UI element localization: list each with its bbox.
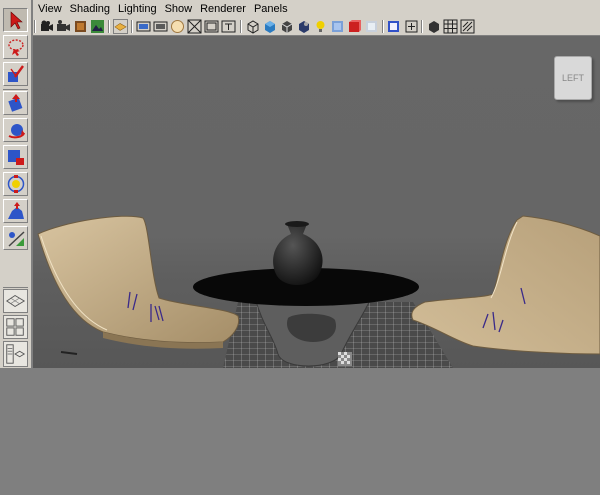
toolbar-divider bbox=[108, 20, 110, 33]
menu-panels[interactable]: Panels bbox=[254, 0, 288, 18]
paint-select-tool-button[interactable] bbox=[3, 62, 28, 86]
camera-attributes-icon[interactable] bbox=[56, 19, 71, 34]
panel-menu-bar: View Shading Lighting Show Renderer Pane… bbox=[33, 0, 600, 18]
isolate-select-icon[interactable] bbox=[386, 19, 401, 34]
pane-resize-handle[interactable] bbox=[338, 352, 352, 366]
frame-all-icon[interactable] bbox=[404, 19, 419, 34]
image-plane-icon[interactable] bbox=[90, 19, 105, 34]
right-chair bbox=[411, 215, 600, 355]
move-tool-button[interactable] bbox=[3, 91, 28, 115]
menu-view[interactable]: View bbox=[38, 0, 62, 18]
toolbox-divider bbox=[3, 89, 28, 90]
toolbar-divider bbox=[34, 20, 36, 33]
pivot-marker bbox=[60, 351, 78, 355]
toolbar-divider bbox=[131, 20, 133, 33]
panel-toolbar bbox=[33, 18, 600, 36]
smooth-shade-icon[interactable] bbox=[262, 19, 277, 34]
soft-modification-icon bbox=[7, 202, 24, 219]
menu-renderer[interactable]: Renderer bbox=[200, 0, 246, 18]
move-tool-icon bbox=[7, 94, 22, 112]
xray-icon[interactable] bbox=[364, 19, 379, 34]
viewcube[interactable]: LEFT bbox=[554, 56, 592, 100]
film-gate-icon[interactable] bbox=[136, 19, 151, 34]
grid-display-icon[interactable] bbox=[443, 19, 458, 34]
tool-box bbox=[0, 0, 32, 368]
viewcube-label: LEFT bbox=[561, 73, 584, 83]
menu-show[interactable]: Show bbox=[165, 0, 193, 18]
select-camera-icon[interactable] bbox=[39, 19, 54, 34]
hud-toggle-icon[interactable] bbox=[460, 19, 475, 34]
safe-action-icon[interactable] bbox=[204, 19, 219, 34]
scale-tool-icon bbox=[7, 150, 24, 165]
paint-select-icon bbox=[7, 65, 24, 82]
shadows-icon[interactable] bbox=[330, 19, 345, 34]
rotate-tool-button[interactable] bbox=[3, 118, 28, 142]
select-tool-button[interactable] bbox=[3, 8, 28, 32]
textured-icon[interactable] bbox=[296, 19, 311, 34]
four-panes-icon bbox=[6, 318, 24, 336]
menu-shading[interactable]: Shading bbox=[70, 0, 110, 18]
outliner-layout-button[interactable] bbox=[3, 341, 28, 367]
scale-tool-button[interactable] bbox=[3, 145, 28, 169]
safe-title-icon[interactable] bbox=[221, 19, 236, 34]
show-manipulator-button[interactable] bbox=[3, 226, 28, 250]
lasso-tool-button[interactable] bbox=[3, 35, 28, 59]
render-view-icon[interactable] bbox=[426, 19, 441, 34]
toolbar-divider bbox=[421, 20, 423, 33]
gate-mask-icon[interactable] bbox=[170, 19, 185, 34]
universal-manipulator-icon bbox=[7, 175, 24, 193]
rotate-tool-icon bbox=[8, 124, 25, 139]
perspective-grid-icon bbox=[5, 294, 26, 308]
use-all-lights-icon[interactable] bbox=[313, 19, 328, 34]
universal-manipulator-button[interactable] bbox=[3, 172, 28, 196]
field-chart-icon[interactable] bbox=[187, 19, 202, 34]
resolution-gate-icon[interactable] bbox=[153, 19, 168, 34]
outliner-persp-icon bbox=[6, 344, 26, 364]
show-manipulator-icon bbox=[7, 231, 25, 247]
menu-lighting[interactable]: Lighting bbox=[118, 0, 157, 18]
toolbar-divider bbox=[240, 20, 242, 33]
soft-modification-button[interactable] bbox=[3, 199, 28, 223]
four-pane-layout-button[interactable] bbox=[3, 315, 28, 339]
scene-render bbox=[37, 215, 600, 368]
toolbox-divider bbox=[3, 287, 28, 288]
grid-toggle-icon[interactable] bbox=[113, 19, 128, 34]
wireframe-icon[interactable] bbox=[245, 19, 260, 34]
bookmarks-icon[interactable] bbox=[73, 19, 88, 34]
high-quality-render-icon[interactable] bbox=[347, 19, 362, 34]
3d-viewport[interactable]: LEFT bbox=[33, 36, 600, 368]
lasso-select-icon bbox=[7, 39, 24, 56]
vase bbox=[273, 221, 323, 285]
single-pane-layout-button[interactable] bbox=[3, 289, 28, 313]
select-arrow-icon bbox=[10, 11, 23, 30]
wireframe-on-shaded-icon[interactable] bbox=[279, 19, 294, 34]
toolbar-divider bbox=[382, 20, 384, 33]
